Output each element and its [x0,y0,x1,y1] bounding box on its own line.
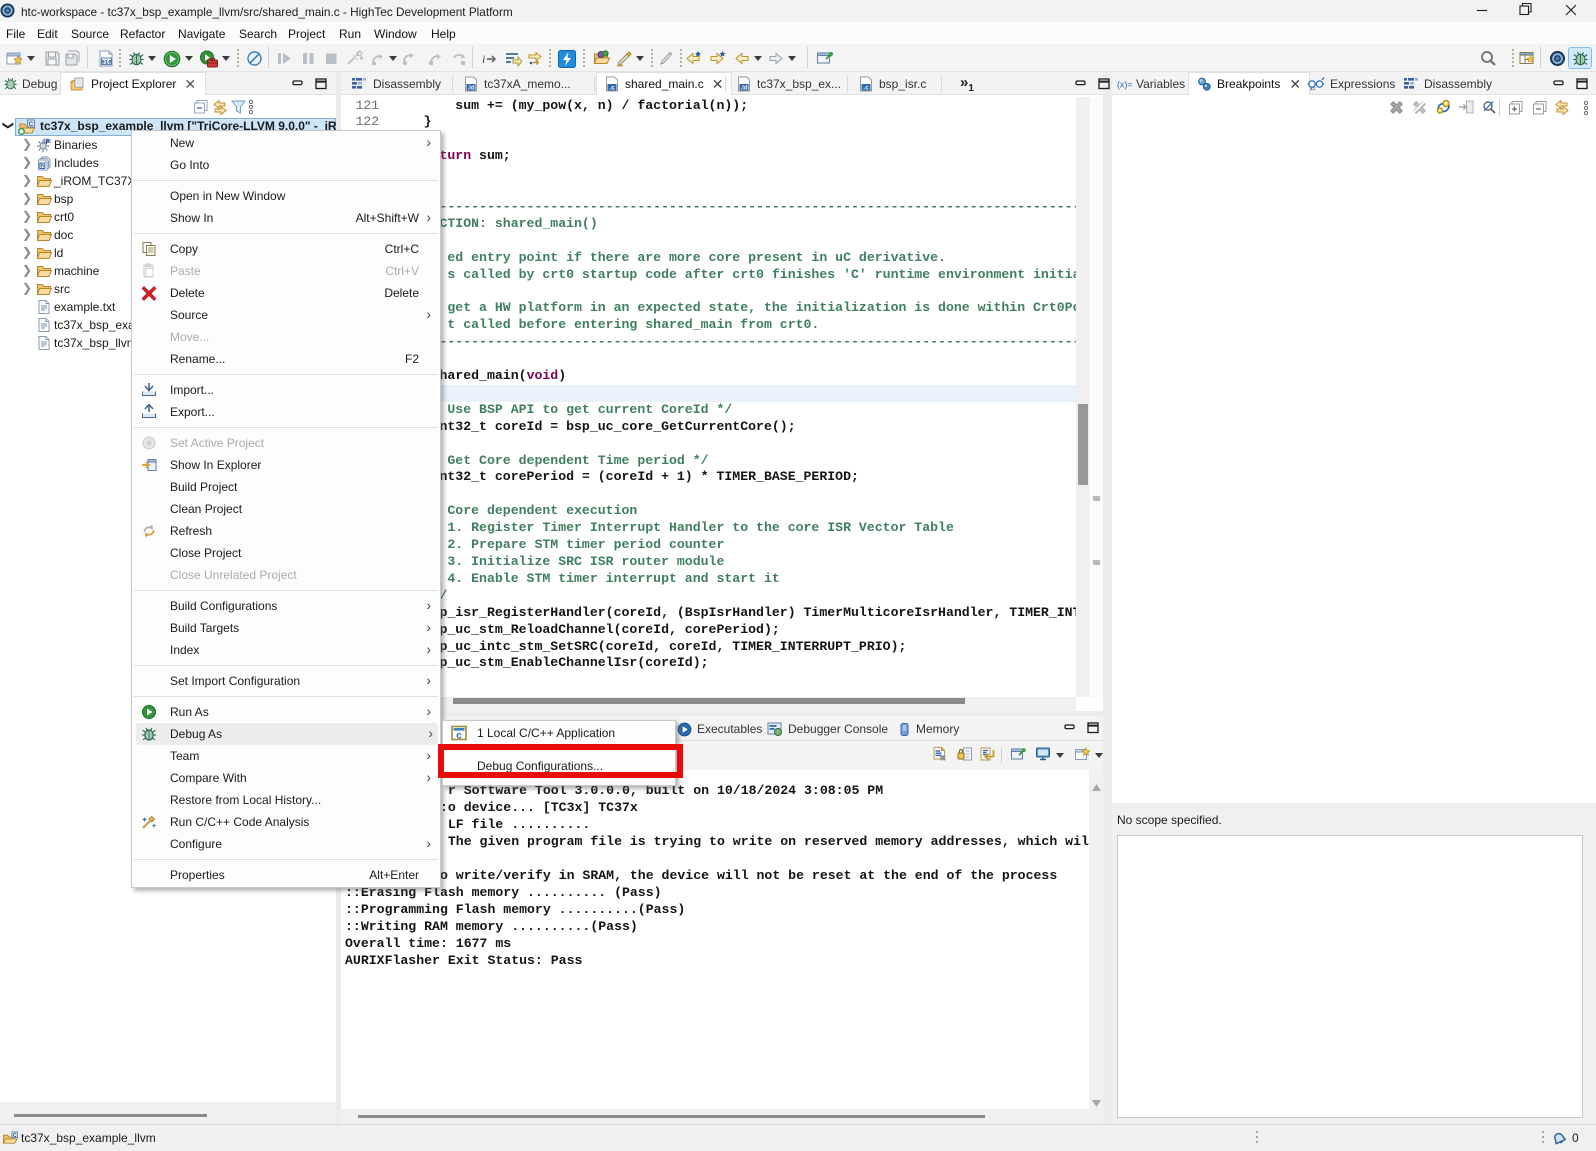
svg-text:C: C [13,1133,17,1139]
svg-text:.c: .c [609,85,615,92]
svg-text:.ld: .ld [468,85,475,91]
svg-text:x=: x= [1310,87,1316,92]
svg-text:010: 010 [101,58,112,65]
svg-text:(x)=: (x)= [1117,79,1132,89]
svg-text:C: C [29,121,34,128]
svg-text:i: i [482,52,485,66]
svg-text:h: h [41,164,45,170]
svg-text:c: c [456,731,462,742]
svg-text:.ld: .ld [741,85,748,91]
svg-text:.c: .c [863,84,869,91]
